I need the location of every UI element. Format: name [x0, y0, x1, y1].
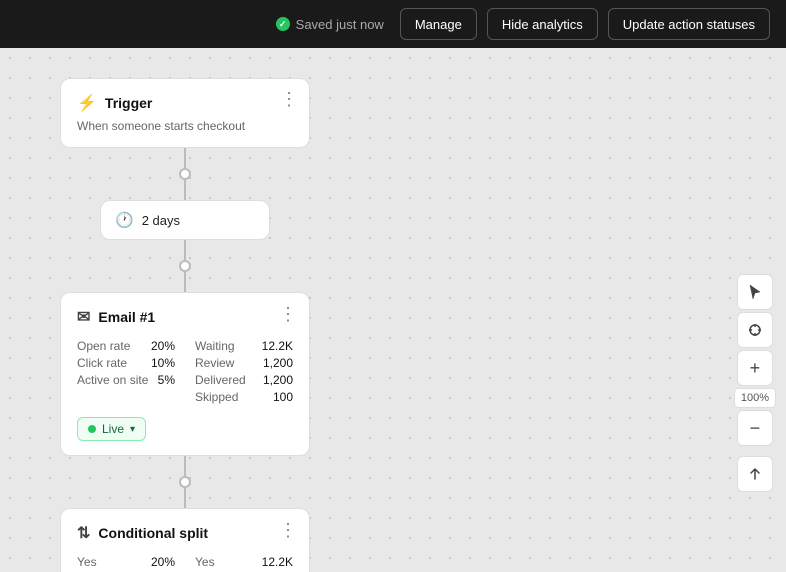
plus-icon: +	[750, 359, 761, 377]
line-seg-5	[184, 456, 186, 476]
split-yes-row: Yes 20%	[77, 555, 175, 569]
delivered-label: Delivered	[195, 373, 246, 387]
split-card-header: ⇅ Conditional split	[77, 523, 293, 543]
split-yes-value: 20%	[151, 555, 175, 569]
clock-icon: 🕐	[115, 211, 134, 229]
click-rate-row: Click rate 10%	[77, 356, 175, 370]
update-action-statuses-button[interactable]: Update action statuses	[608, 8, 770, 40]
waiting-label: Waiting	[195, 339, 235, 353]
split-stats-right: Yes 12.2K No 1,200 Waiting 1,200	[195, 555, 293, 572]
split-stats: Yes 20% No 10% Waiting 5% Yes 12	[77, 555, 293, 572]
line-seg-1	[184, 148, 186, 168]
line-seg-3	[184, 240, 186, 260]
live-status-dropdown[interactable]: Live ▾	[77, 417, 146, 441]
trigger-subtitle: When someone starts checkout	[77, 119, 293, 133]
split-yes-count-value: 12.2K	[262, 555, 293, 569]
fit-to-view-button[interactable]	[737, 456, 773, 492]
split-menu-icon[interactable]: ⋮	[279, 521, 297, 539]
zoom-level: 100%	[734, 388, 776, 408]
line-seg-4	[184, 272, 186, 292]
active-on-site-label: Active on site	[77, 373, 148, 387]
open-rate-label: Open rate	[77, 339, 130, 353]
email-menu-icon[interactable]: ⋮	[279, 305, 297, 323]
saved-text: Saved just now	[296, 17, 384, 32]
live-label: Live	[102, 422, 124, 436]
waiting-value: 12.2K	[262, 339, 293, 353]
zoom-in-button[interactable]: +	[737, 350, 773, 386]
open-rate-row: Open rate 20%	[77, 339, 175, 353]
open-rate-value: 20%	[151, 339, 175, 353]
line-seg-6	[184, 488, 186, 508]
flow-canvas: ⚡ Trigger When someone starts checkout 🕐…	[0, 48, 786, 572]
click-rate-value: 10%	[151, 356, 175, 370]
email-stats-right: Waiting 12.2K Review 1,200 Delivered 1,2…	[195, 339, 293, 407]
split-icon: ⇅	[77, 523, 90, 543]
connector-dot-1	[179, 168, 191, 180]
arrow-up-icon	[747, 466, 763, 482]
split-yes-label: Yes	[77, 555, 97, 569]
email-card: ✉ Email #1 ⋮ Open rate 20% Click rate 10…	[60, 292, 310, 456]
connector-3	[179, 456, 191, 508]
hide-analytics-button[interactable]: Hide analytics	[487, 8, 598, 40]
review-value: 1,200	[263, 356, 293, 370]
topbar: Saved just now Manage Hide analytics Upd…	[0, 0, 786, 48]
conditional-split-card: ⇅ Conditional split ⋮ Yes 20% No 10% Wai…	[60, 508, 310, 572]
manage-button[interactable]: Manage	[400, 8, 477, 40]
trigger-card: ⚡ Trigger When someone starts checkout	[60, 78, 310, 148]
right-toolbar: + 100% −	[734, 274, 776, 492]
connector-1	[179, 148, 191, 200]
split-stats-left: Yes 20% No 10% Waiting 5%	[77, 555, 175, 572]
skipped-value: 100	[273, 390, 293, 404]
cursor-tool-button[interactable]	[737, 274, 773, 310]
active-on-site-value: 5%	[158, 373, 175, 387]
email-title: Email #1	[98, 309, 155, 325]
split-title: Conditional split	[98, 525, 208, 541]
trigger-card-header: ⚡ Trigger	[77, 93, 293, 113]
minus-icon: −	[750, 419, 761, 437]
split-yes-count-label: Yes	[195, 555, 215, 569]
trigger-icon: ⚡	[77, 93, 97, 113]
automation-flow: ⚡ Trigger When someone starts checkout 🕐…	[60, 78, 310, 572]
review-label: Review	[195, 356, 234, 370]
split-yes-count-row: Yes 12.2K	[195, 555, 293, 569]
move-icon	[747, 322, 763, 338]
zoom-out-button[interactable]: −	[737, 410, 773, 446]
email-card-header: ✉ Email #1	[77, 307, 293, 327]
cursor-icon	[747, 284, 763, 300]
pan-tool-button[interactable]	[737, 312, 773, 348]
connector-dot-3	[179, 476, 191, 488]
skipped-label: Skipped	[195, 390, 238, 404]
chevron-down-icon: ▾	[130, 424, 135, 435]
email-icon: ✉	[77, 307, 90, 327]
delay-card-left: 🕐 2 days	[115, 211, 180, 229]
trigger-title: Trigger	[105, 95, 152, 111]
delivered-row: Delivered 1,200	[195, 373, 293, 387]
skipped-row: Skipped 100	[195, 390, 293, 404]
line-seg-2	[184, 180, 186, 200]
email-stats-left: Open rate 20% Click rate 10% Active on s…	[77, 339, 175, 407]
connector-dot-2	[179, 260, 191, 272]
live-dot-icon	[88, 425, 96, 433]
saved-indicator: Saved just now	[276, 17, 384, 32]
email-stats: Open rate 20% Click rate 10% Active on s…	[77, 339, 293, 407]
delay-label: 2 days	[142, 213, 180, 228]
review-row: Review 1,200	[195, 356, 293, 370]
delivered-value: 1,200	[263, 373, 293, 387]
delay-card: 🕐 2 days ⋮	[100, 200, 270, 240]
active-on-site-row: Active on site 5%	[77, 373, 175, 387]
click-rate-label: Click rate	[77, 356, 127, 370]
saved-checkmark-icon	[276, 17, 290, 31]
waiting-row: Waiting 12.2K	[195, 339, 293, 353]
delay-menu-icon[interactable]: ⋮	[280, 90, 298, 108]
connector-2	[179, 240, 191, 292]
